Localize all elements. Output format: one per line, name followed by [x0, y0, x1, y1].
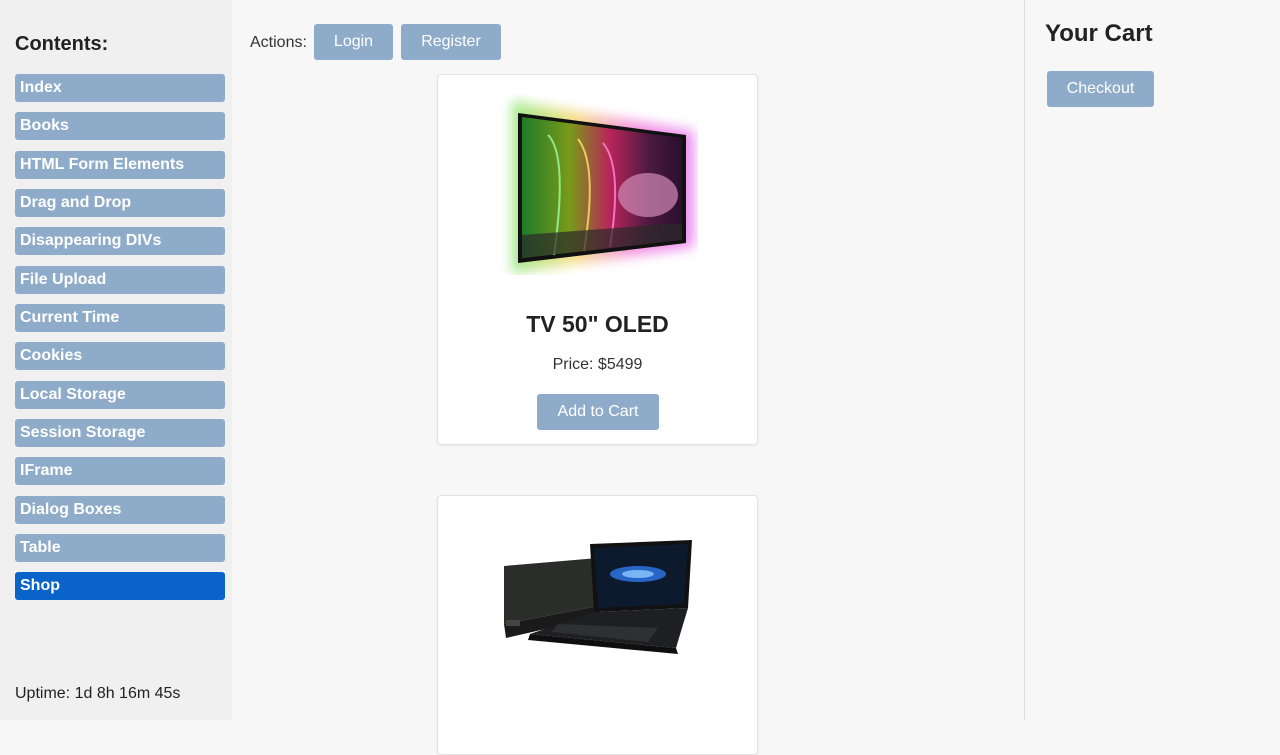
checkout-button[interactable]: Checkout — [1047, 71, 1154, 107]
nav-item-local-storage[interactable]: Local Storage — [15, 380, 225, 409]
product-price: Price: $5499 — [552, 356, 643, 373]
login-button[interactable]: Login — [314, 24, 393, 60]
nav-item-iframe[interactable]: IFrame — [15, 457, 225, 486]
add-to-cart-button[interactable]: Add to Cart — [537, 394, 659, 430]
product-card — [437, 495, 758, 755]
actions-label: Actions: — [250, 34, 307, 51]
nav-item-html-form-elements[interactable]: HTML Form Elements — [15, 150, 225, 179]
nav-item-disappearing-divs[interactable]: Disappearing DIVs — [15, 227, 225, 256]
nav-item-cookies[interactable]: Cookies — [15, 342, 225, 371]
nav-list: Index Books HTML Form Elements Drag and … — [15, 74, 225, 611]
product-card: TV 50" OLED Price: $5499 Add to Cart — [437, 74, 758, 445]
uptime-text: Uptime: 1d 8h 16m 45s — [15, 685, 181, 702]
sidebar: Contents: Index Books HTML Form Elements… — [0, 0, 232, 720]
nav-item-table[interactable]: Table — [15, 533, 225, 562]
nav-item-drag-and-drop[interactable]: Drag and Drop — [15, 188, 225, 217]
nav-item-current-time[interactable]: Current Time — [15, 303, 225, 332]
nav-item-shop[interactable]: Shop — [15, 572, 225, 601]
product-title: TV 50" OLED — [526, 311, 669, 337]
nav-item-index[interactable]: Index — [15, 74, 225, 102]
cart-panel: Your Cart Checkout — [1024, 0, 1280, 720]
register-button[interactable]: Register — [401, 24, 501, 60]
sidebar-title: Contents: — [15, 33, 109, 55]
laptop-image — [504, 540, 692, 654]
cart-title: Your Cart — [1045, 20, 1153, 47]
nav-item-books[interactable]: Books — [15, 112, 225, 141]
nav-item-session-storage[interactable]: Session Storage — [15, 418, 225, 447]
nav-item-file-upload[interactable]: File Upload — [15, 265, 225, 294]
oled-tv-image — [512, 101, 694, 273]
nav-item-dialog-boxes[interactable]: Dialog Boxes — [15, 495, 225, 524]
